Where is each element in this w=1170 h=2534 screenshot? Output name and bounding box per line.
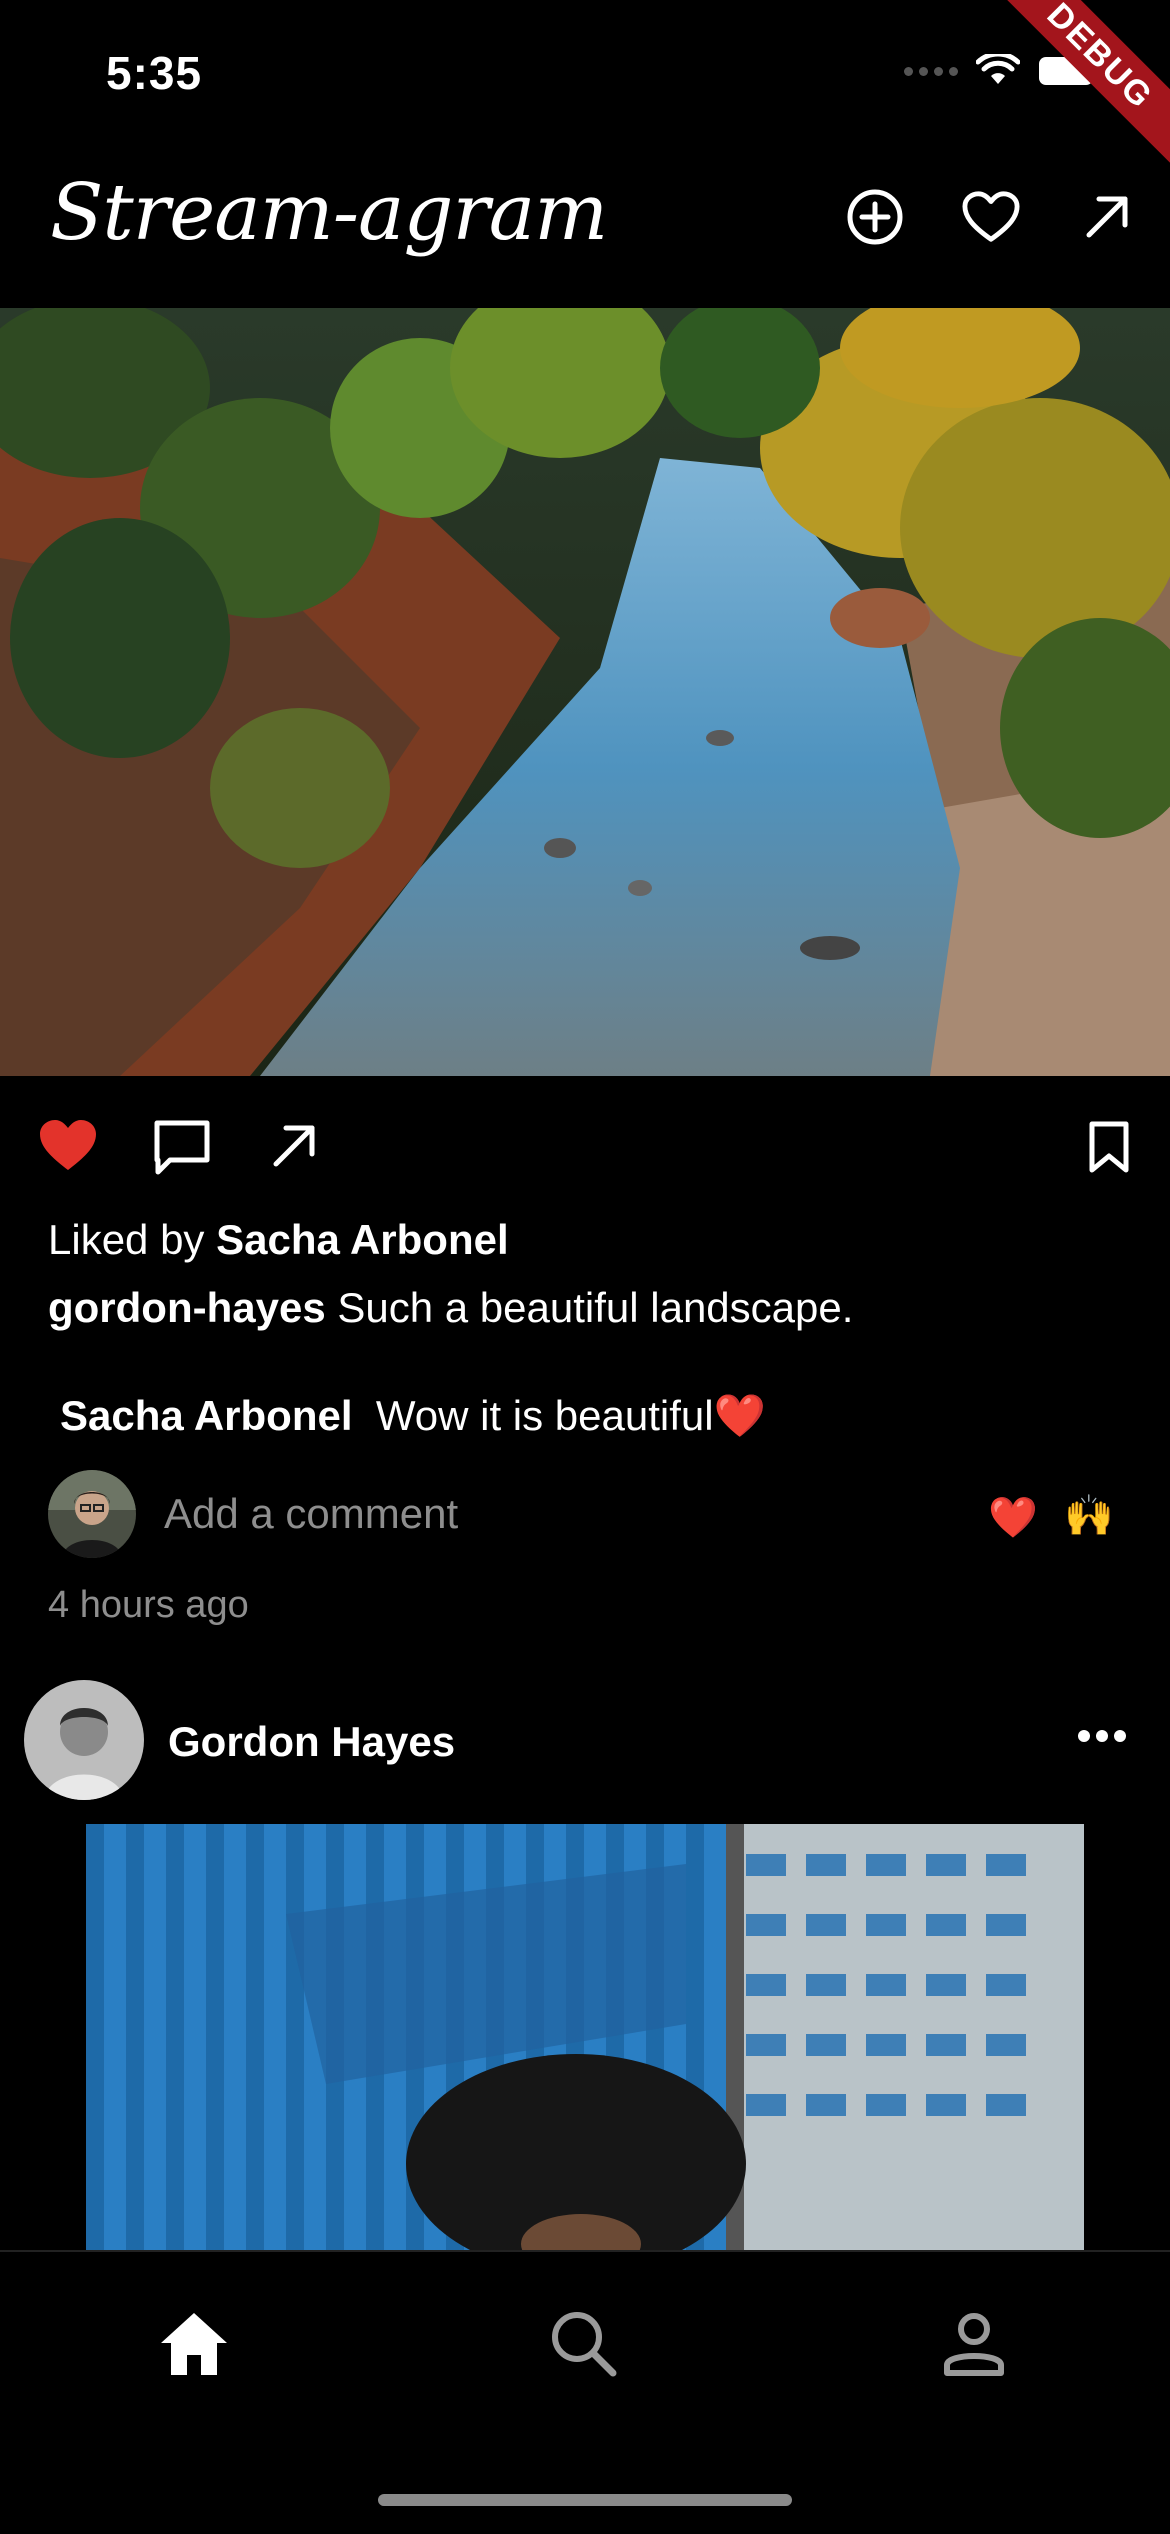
author-avatar-image: [24, 1680, 144, 1800]
quick-emoji-raised-hands[interactable]: 🙌: [1064, 1492, 1114, 1539]
share-button[interactable]: [270, 1122, 318, 1175]
home-icon: [161, 2313, 227, 2375]
user-avatar-image: [48, 1470, 136, 1558]
signal-icon: [904, 66, 958, 76]
profile-icon: [944, 2313, 1004, 2376]
bottom-navigation: [0, 2250, 1170, 2534]
post-image-landscape[interactable]: [0, 308, 1170, 1076]
wifi-icon: [976, 54, 1020, 84]
status-time: 5:35: [106, 47, 203, 99]
caption-text: Such a beautiful landscape.: [337, 1284, 854, 1331]
add-circle-icon: [847, 189, 903, 245]
post-action-row: [38, 1116, 1138, 1180]
like-button[interactable]: [38, 1118, 98, 1177]
bookmark-button[interactable]: [1088, 1120, 1130, 1179]
portrait-photo: [86, 1824, 1084, 2250]
avatar[interactable]: [48, 1470, 136, 1558]
more-options-button[interactable]: [1072, 1716, 1132, 1756]
activity-button[interactable]: [962, 188, 1020, 246]
add-comment-row: Add a comment ❤️ 🙌: [48, 1470, 1138, 1558]
landscape-photo: [0, 308, 1170, 1076]
appbar-actions: [846, 188, 1136, 246]
post-caption: gordon-hayes Such a beautiful landscape.: [48, 1284, 853, 1332]
post-image-portrait[interactable]: [86, 1824, 1084, 2250]
comment-text: Wow it is beautiful❤️: [375, 1392, 766, 1439]
author-avatar[interactable]: [24, 1680, 144, 1800]
app-title: Stream-agram: [50, 168, 608, 258]
send-arrow-icon: [1086, 196, 1128, 238]
post-header: Gordon Hayes: [24, 1680, 1144, 1800]
liked-by-text: Liked by Sacha Arbonel: [48, 1216, 509, 1264]
search-icon: [552, 2312, 617, 2377]
post-author-name[interactable]: Gordon Hayes: [168, 1718, 455, 1766]
heart-filled-icon: [40, 1120, 96, 1170]
quick-emoji-heart[interactable]: ❤️: [988, 1494, 1038, 1541]
more-dots-icon: [1078, 1730, 1126, 1742]
comment-icon: [154, 1120, 210, 1175]
share-arrow-icon: [273, 1125, 315, 1167]
liked-by-prefix: Liked by: [48, 1216, 205, 1263]
add-comment-input[interactable]: Add a comment: [164, 1490, 458, 1538]
liked-by-user[interactable]: Sacha Arbonel: [216, 1216, 509, 1263]
nav-profile[interactable]: [934, 2304, 1014, 2384]
comment-username[interactable]: Sacha Arbonel: [60, 1392, 353, 1439]
bookmark-icon: [1089, 1121, 1129, 1173]
comment-button[interactable]: [152, 1118, 212, 1181]
caption-username[interactable]: gordon-hayes: [48, 1284, 326, 1331]
messages-button[interactable]: [1078, 188, 1136, 246]
nav-home[interactable]: [154, 2304, 234, 2384]
post-timestamp: 4 hours ago: [48, 1584, 249, 1626]
home-indicator: [378, 2494, 792, 2506]
heart-outline-icon: [962, 191, 1020, 242]
nav-search[interactable]: [544, 2304, 624, 2384]
add-post-button[interactable]: [846, 188, 904, 246]
comment-item: Sacha Arbonel Wow it is beautiful❤️: [60, 1392, 766, 1441]
